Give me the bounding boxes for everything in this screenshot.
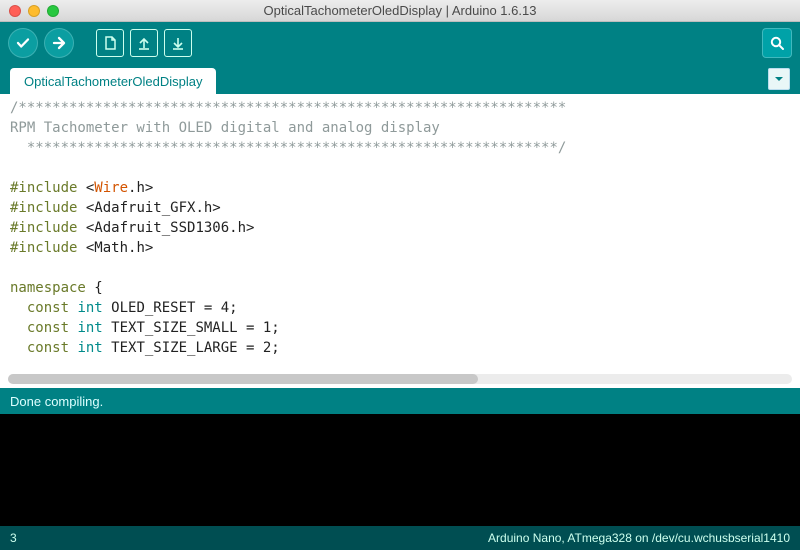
code-editor[interactable]: /***************************************… bbox=[0, 94, 800, 388]
output-console[interactable] bbox=[0, 414, 800, 526]
window-title: OpticalTachometerOledDisplay | Arduino 1… bbox=[0, 3, 800, 18]
caret-down-icon bbox=[774, 74, 784, 84]
open-sketch-button[interactable] bbox=[130, 29, 158, 57]
check-icon bbox=[15, 35, 31, 51]
code-token: <Adafruit_GFX.h> bbox=[77, 200, 220, 216]
arrow-right-icon bbox=[51, 35, 67, 51]
code-token: const bbox=[10, 300, 69, 316]
code-token: #include bbox=[10, 180, 77, 196]
arrow-up-icon bbox=[136, 35, 152, 51]
code-token: TEXT_SIZE_SMALL = 1; bbox=[103, 320, 280, 336]
status-text: Done compiling. bbox=[10, 394, 103, 409]
code-token: Wire bbox=[94, 180, 128, 196]
code-token: TEXT_SIZE_LARGE = 2; bbox=[103, 340, 280, 356]
sketch-tab[interactable]: OpticalTachometerOledDisplay bbox=[10, 68, 216, 94]
tab-strip: OpticalTachometerOledDisplay bbox=[0, 64, 800, 94]
code-token: const bbox=[10, 340, 69, 356]
code-token: int bbox=[69, 300, 103, 316]
verify-button[interactable] bbox=[8, 28, 38, 58]
code-token: < bbox=[77, 180, 94, 196]
serial-monitor-button[interactable] bbox=[762, 28, 792, 58]
code-line: RPM Tachometer with OLED digital and ana… bbox=[10, 120, 440, 136]
code-content: /***************************************… bbox=[0, 94, 800, 362]
code-token: OLED_RESET = 4; bbox=[103, 300, 238, 316]
code-line: ****************************************… bbox=[10, 140, 566, 156]
toolbar bbox=[0, 22, 800, 64]
footer-bar: 3 Arduino Nano, ATmega328 on /dev/cu.wch… bbox=[0, 526, 800, 550]
code-line: /***************************************… bbox=[10, 100, 566, 116]
file-icon bbox=[102, 35, 118, 51]
code-token: const bbox=[10, 320, 69, 336]
compile-status: Done compiling. bbox=[0, 388, 800, 414]
scrollbar-thumb[interactable] bbox=[8, 374, 478, 384]
upload-button[interactable] bbox=[44, 28, 74, 58]
code-token: #include bbox=[10, 220, 77, 236]
code-token: int bbox=[69, 320, 103, 336]
horizontal-scrollbar[interactable] bbox=[8, 374, 792, 384]
code-token: <Adafruit_SSD1306.h> bbox=[77, 220, 254, 236]
code-token: namespace bbox=[10, 280, 86, 296]
code-token: #include bbox=[10, 240, 77, 256]
code-token: <Math.h> bbox=[77, 240, 153, 256]
magnifier-icon bbox=[769, 35, 785, 51]
code-token: int bbox=[69, 340, 103, 356]
tab-menu-button[interactable] bbox=[768, 68, 790, 90]
arrow-down-icon bbox=[170, 35, 186, 51]
code-token: #include bbox=[10, 200, 77, 216]
code-token: .h> bbox=[128, 180, 153, 196]
code-token: { bbox=[86, 280, 103, 296]
save-sketch-button[interactable] bbox=[164, 29, 192, 57]
new-sketch-button[interactable] bbox=[96, 29, 124, 57]
line-number: 3 bbox=[10, 531, 17, 545]
titlebar: OpticalTachometerOledDisplay | Arduino 1… bbox=[0, 0, 800, 22]
arduino-ide-window: OpticalTachometerOledDisplay | Arduino 1… bbox=[0, 0, 800, 550]
board-port-info: Arduino Nano, ATmega328 on /dev/cu.wchus… bbox=[488, 531, 790, 545]
